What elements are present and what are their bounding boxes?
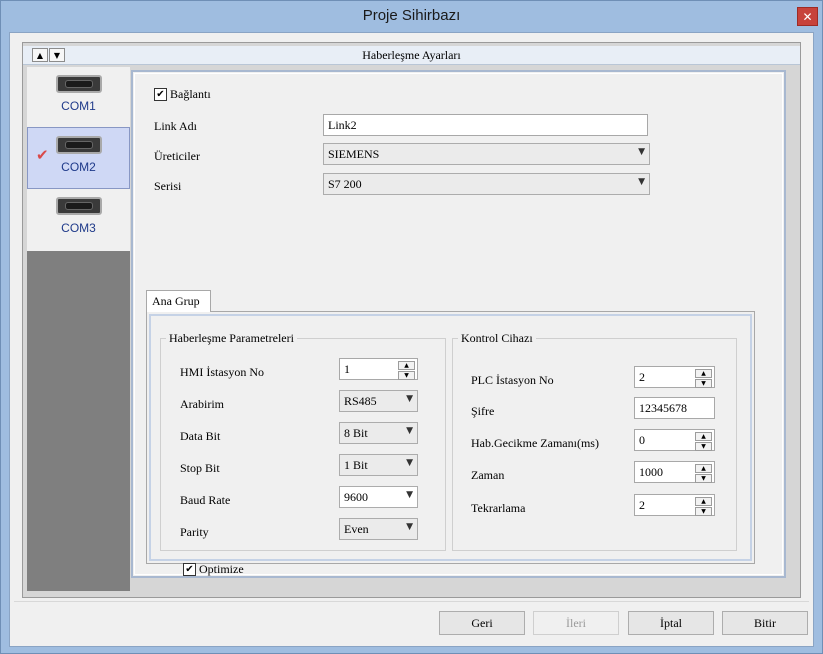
data-bit-select[interactable]: 8 Bit ▼ bbox=[339, 422, 418, 444]
settings-frame: ▲ ▼ Haberleşme Ayarları COM1 ✔ COM2 COM3 bbox=[22, 42, 801, 598]
parity-label: Parity bbox=[180, 525, 209, 539]
parity-value: Even bbox=[344, 522, 369, 536]
hmi-station-label: HMI İstasyon No bbox=[180, 365, 264, 379]
interface-label: Arabirim bbox=[180, 397, 224, 411]
connection-label: Bağlantı bbox=[170, 87, 211, 101]
connection-checkbox[interactable]: ✔ bbox=[154, 88, 167, 101]
back-button[interactable]: Geri bbox=[439, 611, 525, 635]
comm-delay-value: 0 bbox=[639, 433, 645, 447]
window-title: Proje Sihirbazı bbox=[362, 7, 461, 24]
com-item-label: COM3 bbox=[61, 221, 96, 235]
serial-port-icon bbox=[55, 75, 102, 93]
settings-header: ▲ ▼ Haberleşme Ayarları bbox=[23, 46, 800, 65]
link-name-input[interactable]: Link2 bbox=[323, 114, 648, 136]
baud-rate-value: 9600 bbox=[344, 490, 368, 504]
connection-checkbox-row[interactable]: ✔ Bağlantı bbox=[154, 87, 211, 102]
stop-bit-select[interactable]: 1 Bit ▼ bbox=[339, 454, 418, 476]
series-value: S7 200 bbox=[328, 177, 362, 191]
manufacturer-select[interactable]: SIEMENS ▼ bbox=[323, 143, 650, 165]
time-label: Zaman bbox=[471, 468, 505, 482]
data-bit-label: Data Bit bbox=[180, 429, 221, 443]
com-port-list: COM1 ✔ COM2 COM3 bbox=[27, 67, 130, 591]
spin-down-button[interactable]: ▼ bbox=[695, 507, 712, 516]
plc-station-label: PLC İstasyon No bbox=[471, 373, 554, 387]
spin-down-button[interactable]: ▼ bbox=[695, 474, 712, 483]
serial-port-icon bbox=[55, 136, 102, 154]
com-item-com3[interactable]: COM3 bbox=[27, 189, 130, 251]
plc-station-stepper[interactable]: 2 ▲ ▼ bbox=[634, 366, 715, 388]
comm-params-title: Haberleşme Parametreleri bbox=[166, 331, 297, 346]
spin-down-button[interactable]: ▼ bbox=[695, 379, 712, 388]
comm-params-group: Haberleşme Parametreleri HMI İstasyon No… bbox=[160, 331, 446, 551]
optimize-label: Optimize bbox=[199, 562, 244, 576]
control-device-group: Kontrol Cihazı PLC İstasyon No 2 ▲ ▼ Şif… bbox=[452, 331, 737, 551]
settings-header-title: Haberleşme Ayarları bbox=[362, 48, 461, 62]
optimize-checkbox-row[interactable]: ✔ Optimize bbox=[183, 562, 244, 577]
data-bit-value: 8 Bit bbox=[344, 426, 368, 440]
wizard-window: Proje Sihirbazı ✕ ▲ ▼ Haberleşme Ayarlar… bbox=[0, 0, 823, 654]
series-label: Serisi bbox=[154, 179, 182, 193]
spin-up-button[interactable]: ▲ bbox=[398, 361, 415, 370]
time-stepper[interactable]: 1000 ▲ ▼ bbox=[634, 461, 715, 483]
title-bar: Proje Sihirbazı ✕ bbox=[1, 1, 822, 32]
password-input[interactable]: 12345678 bbox=[634, 397, 715, 419]
divider bbox=[14, 601, 809, 602]
com-item-label: COM2 bbox=[61, 160, 96, 174]
comm-delay-stepper[interactable]: 0 ▲ ▼ bbox=[634, 429, 715, 451]
chevron-down-icon: ▼ bbox=[406, 426, 413, 436]
interface-value: RS485 bbox=[344, 394, 377, 408]
control-device-title: Kontrol Cihazı bbox=[458, 331, 536, 346]
link-name-label: Link Adı bbox=[154, 119, 198, 133]
chevron-down-icon: ▼ bbox=[638, 177, 645, 187]
chevron-down-icon: ▼ bbox=[406, 522, 413, 532]
interface-select[interactable]: RS485 ▼ bbox=[339, 390, 418, 412]
hmi-station-value: 1 bbox=[344, 362, 350, 376]
com-item-com2[interactable]: ✔ COM2 bbox=[27, 127, 130, 189]
parity-select[interactable]: Even ▼ bbox=[339, 518, 418, 540]
serial-port-icon bbox=[55, 197, 102, 215]
spin-up-button[interactable]: ▲ bbox=[695, 464, 712, 473]
time-value: 1000 bbox=[639, 465, 663, 479]
chevron-down-icon: ▼ bbox=[406, 490, 413, 500]
manufacturer-value: SIEMENS bbox=[328, 147, 380, 161]
check-icon: ✔ bbox=[36, 146, 49, 164]
chevron-down-icon: ▼ bbox=[406, 458, 413, 468]
plc-station-value: 2 bbox=[639, 370, 645, 384]
spin-up-button[interactable]: ▲ bbox=[695, 497, 712, 506]
chevron-down-icon: ▼ bbox=[638, 147, 645, 157]
baud-rate-select[interactable]: 9600 ▼ bbox=[339, 486, 418, 508]
stop-bit-value: 1 Bit bbox=[344, 458, 368, 472]
retry-label: Tekrarlama bbox=[471, 501, 526, 515]
client-area: ▲ ▼ Haberleşme Ayarları COM1 ✔ COM2 COM3 bbox=[9, 32, 814, 647]
retry-stepper[interactable]: 2 ▲ ▼ bbox=[634, 494, 715, 516]
next-button[interactable]: İleri bbox=[533, 611, 619, 635]
password-label: Şifre bbox=[471, 404, 495, 418]
hmi-station-stepper[interactable]: 1 ▲ ▼ bbox=[339, 358, 418, 380]
spin-up-button[interactable]: ▲ bbox=[695, 369, 712, 378]
finish-button[interactable]: Bitir bbox=[722, 611, 808, 635]
close-button[interactable]: ✕ bbox=[797, 7, 818, 26]
spin-down-button[interactable]: ▼ bbox=[398, 371, 415, 380]
connection-panel: ✔ Bağlantı Link Adı Link2 Üreticiler SIE… bbox=[131, 70, 786, 578]
com-item-com1[interactable]: COM1 bbox=[27, 67, 130, 127]
series-select[interactable]: S7 200 ▼ bbox=[323, 173, 650, 195]
spin-down-button[interactable]: ▼ bbox=[695, 442, 712, 451]
chevron-down-icon: ▼ bbox=[406, 394, 413, 404]
comm-delay-label: Hab.Gecikme Zamanı(ms) bbox=[471, 436, 599, 450]
manufacturer-label: Üreticiler bbox=[154, 149, 200, 163]
tab-main-group[interactable]: Ana Grup bbox=[146, 290, 211, 312]
baud-rate-label: Baud Rate bbox=[180, 493, 231, 507]
optimize-checkbox[interactable]: ✔ bbox=[183, 563, 196, 576]
cancel-button[interactable]: İptal bbox=[628, 611, 714, 635]
stop-bit-label: Stop Bit bbox=[180, 461, 220, 475]
com-item-label: COM1 bbox=[61, 99, 96, 113]
spin-up-button[interactable]: ▲ bbox=[695, 432, 712, 441]
tab-content: Haberleşme Parametreleri HMI İstasyon No… bbox=[146, 311, 755, 576]
retry-value: 2 bbox=[639, 498, 645, 512]
